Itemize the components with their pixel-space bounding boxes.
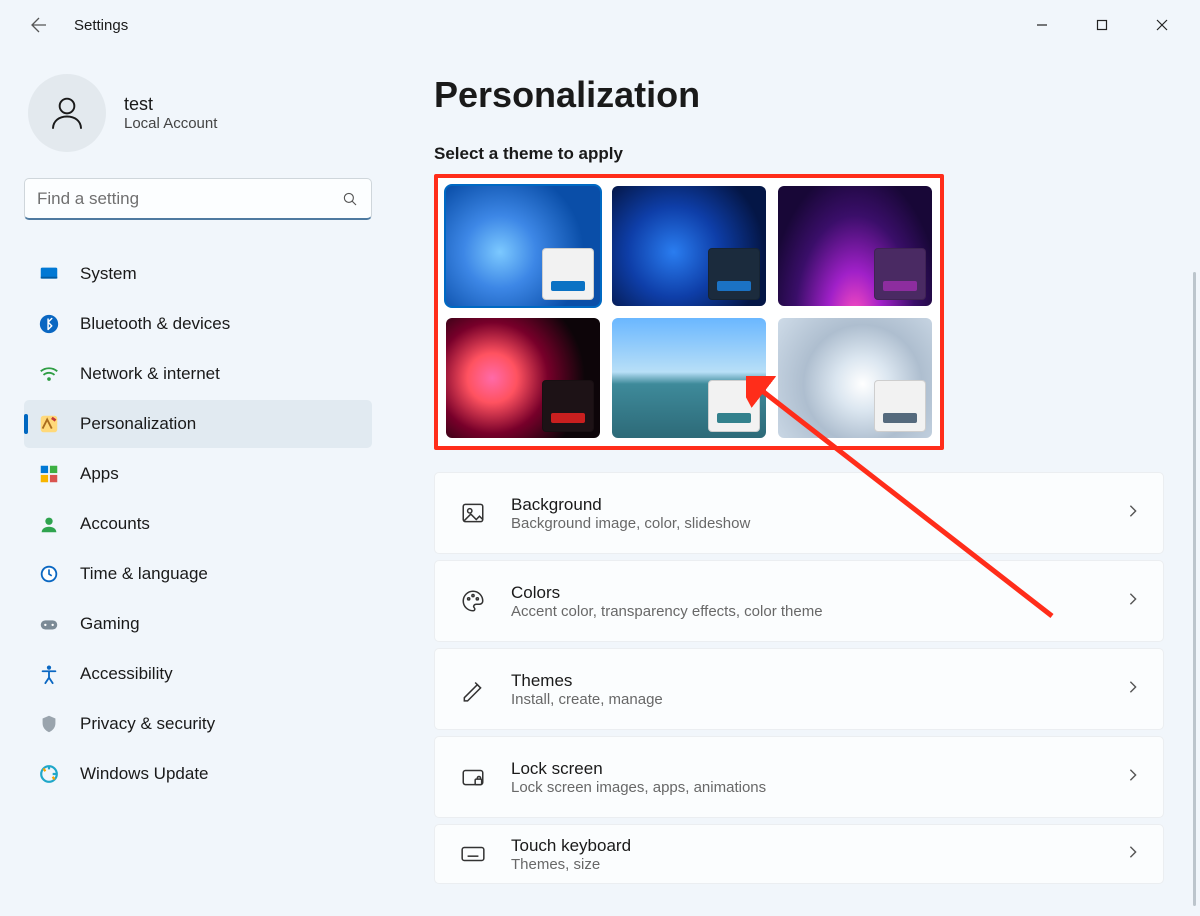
personalization-icon [38,413,60,435]
setting-sub: Install, create, manage [511,691,1103,708]
theme-grid [434,174,944,450]
themes-icon [459,675,487,703]
theme-tile-5[interactable] [612,318,766,438]
keyboard-icon [459,840,487,868]
network-icon [38,363,60,385]
lock-icon [459,763,487,791]
theme-section-label: Select a theme to apply [434,144,1180,164]
setting-sub: Accent color, transparency effects, colo… [511,603,1103,620]
sidebar-item-bluetooth[interactable]: Bluetooth & devices [24,300,372,348]
colors-icon [459,587,487,615]
background-icon [459,499,487,527]
privacy-icon [38,713,60,735]
setting-title: Touch keyboard [511,836,1103,856]
sidebar-item-label: Apps [80,464,119,484]
sidebar-item-apps[interactable]: Apps [24,450,372,498]
close-button[interactable] [1132,5,1192,45]
setting-sub: Background image, color, slideshow [511,515,1103,532]
sidebar-item-label: System [80,264,137,284]
setting-lock[interactable]: Lock screen Lock screen images, apps, an… [434,736,1164,818]
user-profile[interactable]: test Local Account [28,74,372,152]
chevron-right-icon [1127,845,1139,863]
profile-sub: Local Account [124,115,217,132]
theme-tile-2[interactable] [612,186,766,306]
theme-tile-4[interactable] [446,318,600,438]
theme-tile-1[interactable] [446,186,600,306]
sidebar-item-label: Time & language [80,564,208,584]
maximize-button[interactable] [1072,5,1132,45]
setting-title: Lock screen [511,759,1103,779]
sidebar-item-label: Accounts [80,514,150,534]
sidebar-item-label: Privacy & security [80,714,215,734]
setting-sub: Lock screen images, apps, animations [511,779,1103,796]
chevron-right-icon [1127,504,1139,522]
accessibility-icon [38,663,60,685]
theme-tile-3[interactable] [778,186,932,306]
sidebar-item-label: Accessibility [80,664,173,684]
chevron-right-icon [1127,592,1139,610]
sidebar-item-label: Personalization [80,414,196,434]
person-icon [46,92,88,134]
update-icon [38,763,60,785]
chevron-right-icon [1127,768,1139,786]
setting-sub: Themes, size [511,856,1103,873]
bluetooth-icon [38,313,60,335]
sidebar-item-gaming[interactable]: Gaming [24,600,372,648]
theme-tile-6[interactable] [778,318,932,438]
sidebar-item-label: Network & internet [80,364,220,384]
setting-title: Colors [511,583,1103,603]
setting-background[interactable]: Background Background image, color, slid… [434,472,1164,554]
sidebar-item-personalization[interactable]: Personalization [24,400,372,448]
setting-title: Themes [511,671,1103,691]
sidebar-item-label: Gaming [80,614,140,634]
chevron-right-icon [1127,680,1139,698]
search-icon [341,190,359,208]
sidebar-item-label: Windows Update [80,764,209,784]
sidebar-item-accessibility[interactable]: Accessibility [24,650,372,698]
scrollbar[interactable] [1193,272,1196,906]
app-title: Settings [74,17,128,34]
page-title: Personalization [434,74,1180,116]
back-button[interactable] [24,10,54,40]
setting-keyboard[interactable]: Touch keyboard Themes, size [434,824,1164,884]
sidebar-item-time[interactable]: Time & language [24,550,372,598]
sidebar-item-update[interactable]: Windows Update [24,750,372,798]
sidebar-item-system[interactable]: System [24,250,372,298]
gaming-icon [38,613,60,635]
setting-themes[interactable]: Themes Install, create, manage [434,648,1164,730]
avatar [28,74,106,152]
accounts-icon [38,513,60,535]
apps-icon [38,463,60,485]
time-icon [38,563,60,585]
sidebar-item-label: Bluetooth & devices [80,314,230,334]
sidebar-item-privacy[interactable]: Privacy & security [24,700,372,748]
setting-title: Background [511,495,1103,515]
sidebar-item-network[interactable]: Network & internet [24,350,372,398]
system-icon [38,263,60,285]
search-input[interactable] [37,189,341,209]
sidebar-item-accounts[interactable]: Accounts [24,500,372,548]
setting-colors[interactable]: Colors Accent color, transparency effect… [434,560,1164,642]
search-box[interactable] [24,178,372,220]
profile-name: test [124,94,217,115]
minimize-button[interactable] [1012,5,1072,45]
